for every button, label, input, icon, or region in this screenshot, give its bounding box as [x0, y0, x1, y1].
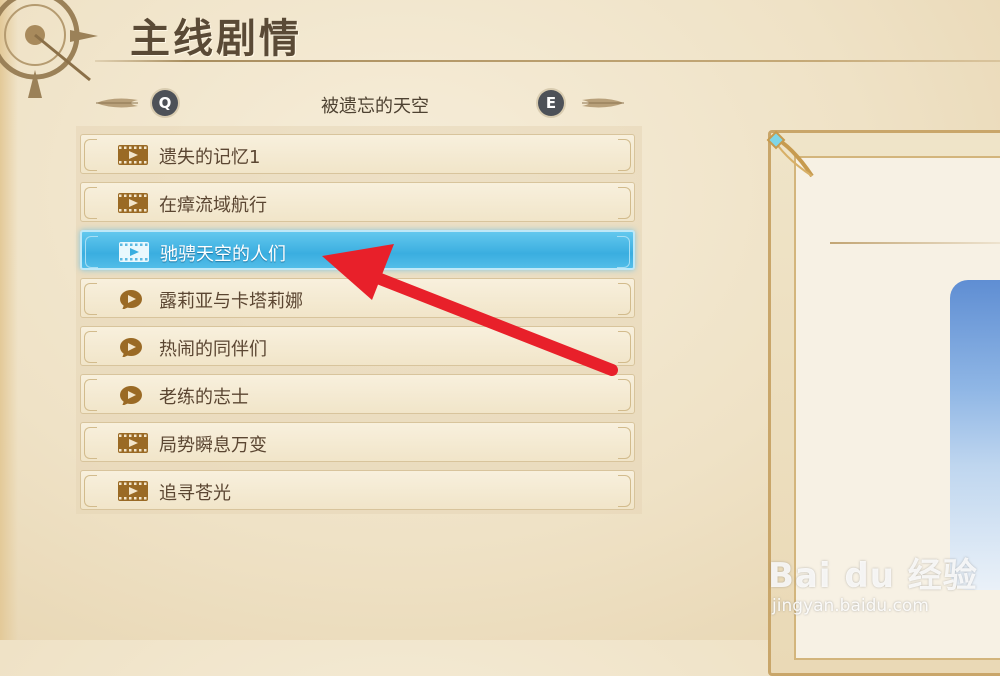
row-ornament-right	[618, 379, 631, 411]
speech-bubble-icon	[118, 289, 148, 310]
story-item[interactable]: 在瘴流域航行	[80, 182, 635, 222]
film-icon	[118, 433, 148, 453]
story-item-label: 驰骋天空的人们	[160, 244, 286, 265]
row-ornament-left	[84, 187, 97, 219]
story-item-label: 追寻苍光	[159, 483, 231, 504]
row-ornament-right	[618, 283, 631, 315]
story-item-selected[interactable]: 驰骋天空的人们	[80, 230, 635, 270]
chapter-navigation: Q 被遗忘的天空 E	[90, 86, 630, 120]
film-icon	[118, 145, 148, 165]
film-icon	[118, 481, 148, 501]
next-chapter-button[interactable]: E	[538, 90, 564, 116]
row-ornament-left	[85, 236, 98, 268]
speech-bubble-icon	[118, 385, 148, 406]
row-ornament-left	[84, 427, 97, 459]
film-icon	[118, 193, 148, 213]
sky-artwork	[950, 280, 1000, 590]
row-ornament-left	[84, 139, 97, 171]
watermark-brand: Bai du 经验	[768, 556, 978, 596]
story-item-label: 老练的志士	[159, 387, 249, 408]
story-item-label: 遗失的记忆1	[159, 147, 261, 168]
row-ornament-left	[84, 475, 97, 507]
row-ornament-left	[84, 379, 97, 411]
row-ornament-left	[84, 331, 97, 363]
row-ornament-right	[618, 331, 631, 363]
compass-ornament-icon	[0, 0, 98, 98]
story-item[interactable]: 局势瞬息万变	[80, 422, 635, 462]
right-feather-icon	[582, 98, 624, 108]
story-item[interactable]: 热闹的同伴们	[80, 326, 635, 366]
row-ornament-right	[618, 427, 631, 459]
story-item[interactable]: 露莉亚与卡塔莉娜	[80, 278, 635, 318]
row-ornament-right	[618, 187, 631, 219]
header-divider	[95, 60, 1000, 62]
story-item[interactable]: 追寻苍光	[80, 470, 635, 510]
page-title: 主线剧情	[130, 16, 302, 62]
preview-divider	[830, 242, 1000, 244]
story-item[interactable]: 老练的志士	[80, 374, 635, 414]
frame-gem-ornament-icon	[766, 130, 814, 178]
film-icon	[119, 242, 149, 262]
row-ornament-left	[84, 283, 97, 315]
row-ornament-right	[618, 475, 631, 507]
watermark-url: jingyan.baidu.com	[772, 596, 929, 616]
story-item-label: 热闹的同伴们	[159, 339, 267, 360]
row-ornament-right	[617, 236, 630, 268]
speech-bubble-icon	[118, 337, 148, 358]
story-item-label: 局势瞬息万变	[159, 435, 267, 456]
row-ornament-right	[618, 139, 631, 171]
story-item-label: 露莉亚与卡塔莉娜	[159, 291, 303, 312]
story-item[interactable]: 遗失的记忆1	[80, 134, 635, 174]
story-item-label: 在瘴流域航行	[159, 195, 267, 216]
